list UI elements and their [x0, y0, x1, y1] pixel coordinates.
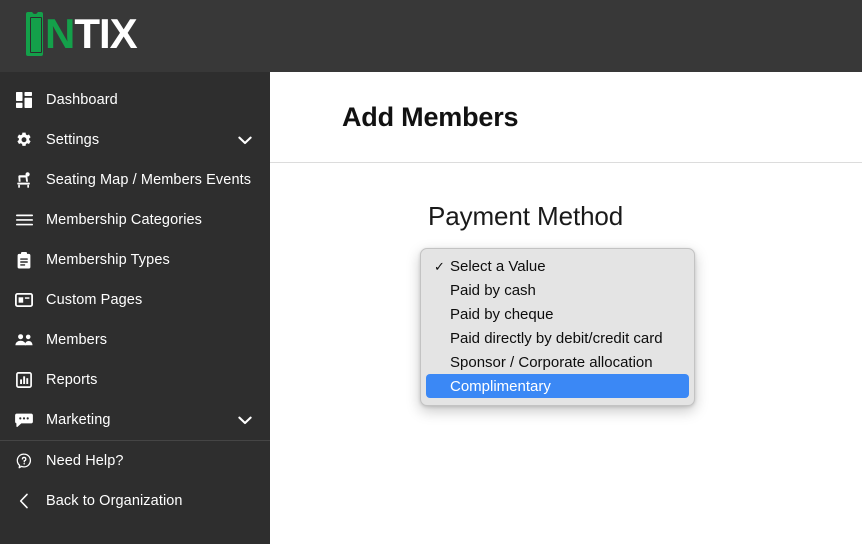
sidebar-item-label: Dashboard: [46, 92, 118, 108]
dropdown-option[interactable]: Paid directly by debit/credit card: [426, 326, 689, 350]
dropdown-option[interactable]: Sponsor / Corporate allocation: [426, 350, 689, 374]
brand-name-white: TIX: [74, 10, 137, 57]
dropdown-option-label: Sponsor / Corporate allocation: [450, 353, 653, 371]
chevron-down-icon[interactable]: [238, 413, 252, 427]
app-root: NTIX Dashboard Settings Seating Map / Me…: [0, 0, 862, 544]
bar-chart-icon: [10, 370, 38, 390]
sidebar-top-spacer: [0, 72, 270, 80]
chat-bubble-icon: [10, 410, 38, 430]
sidebar-item-label: Reports: [46, 372, 98, 388]
dropdown-option-label: Paid by cash: [450, 281, 536, 299]
sidebar-item-dashboard[interactable]: Dashboard: [0, 80, 270, 120]
sidebar-item-label: Need Help?: [46, 453, 124, 469]
sidebar-item-label: Membership Types: [46, 252, 170, 268]
brand-name-green: N: [45, 10, 75, 57]
dropdown-option[interactable]: Paid by cash: [426, 278, 689, 302]
dropdown-option[interactable]: Paid by cheque: [426, 302, 689, 326]
sidebar-item-settings[interactable]: Settings: [0, 120, 270, 160]
sidebar-item-label: Membership Categories: [46, 212, 203, 228]
ticket-icon: [26, 11, 43, 56]
dropdown-option-label: Complimentary: [450, 377, 551, 395]
sidebar-item-label: Seating Map / Members Events: [46, 172, 252, 188]
sidebar-item-need-help[interactable]: Need Help?: [0, 441, 270, 481]
sidebar-item-label: Settings: [46, 132, 100, 148]
gear-icon: [10, 130, 38, 150]
sidebar-item-label: Back to Organization: [46, 493, 183, 509]
chevron-left-icon: [10, 491, 38, 511]
sidebar-item-membership-types[interactable]: Membership Types: [0, 240, 270, 280]
sidebar-item-members[interactable]: Members: [0, 320, 270, 360]
sidebar-item-back-to-organization[interactable]: Back to Organization: [0, 481, 270, 521]
sidebar-item-custom-pages[interactable]: Custom Pages: [0, 280, 270, 320]
sidebar-item-membership-categories[interactable]: Membership Categories: [0, 200, 270, 240]
page-header: Add Members: [270, 72, 862, 163]
clipboard-icon: [10, 250, 38, 270]
list-lines-icon: [10, 210, 38, 230]
sidebar-item-label: Custom Pages: [46, 292, 143, 308]
sidebar-item-seating-map[interactable]: Seating Map / Members Events: [0, 160, 270, 200]
people-icon: [10, 330, 38, 350]
top-bar: NTIX: [0, 0, 862, 72]
window-layout-icon: [10, 290, 38, 310]
chevron-down-icon[interactable]: [238, 133, 252, 147]
sidebar: Dashboard Settings Seating Map / Members…: [0, 72, 270, 544]
dropdown-option-label: Paid directly by debit/credit card: [450, 329, 663, 347]
page-title: Add Members: [342, 101, 519, 132]
dropdown-option[interactable]: Complimentary: [426, 374, 689, 398]
dropdown-option[interactable]: ✓ Select a Value: [426, 254, 689, 278]
brand-logo[interactable]: NTIX: [26, 8, 138, 60]
dashboard-grid-icon: [10, 90, 38, 110]
sidebar-item-marketing[interactable]: Marketing: [0, 400, 270, 440]
payment-method-dropdown[interactable]: ✓ Select a Value Paid by cash Paid by chequ…: [420, 248, 695, 406]
sidebar-item-label: Members: [46, 332, 108, 348]
payment-method-section: Payment Method omplimentary orders atten…: [270, 163, 862, 310]
dropdown-option-label: Select a Value: [450, 257, 546, 275]
sidebar-item-reports[interactable]: Reports: [0, 360, 270, 400]
help-question-icon: [10, 451, 38, 471]
dropdown-option-label: Paid by cheque: [450, 305, 554, 323]
seat-icon: [10, 170, 38, 190]
sidebar-item-label: Marketing: [46, 412, 111, 428]
check-icon: ✓: [434, 258, 445, 274]
section-title: Payment Method: [428, 201, 624, 231]
